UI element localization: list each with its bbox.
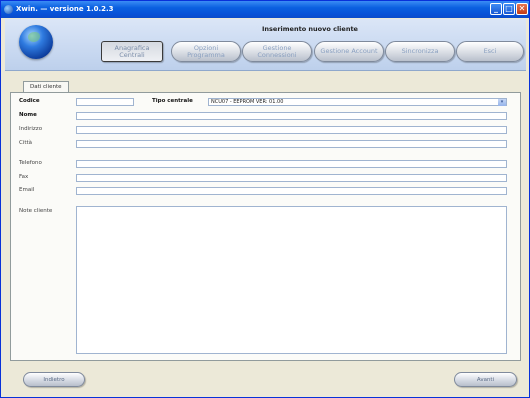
nav-gestione-account-button[interactable]: Gestione Account [314, 41, 384, 62]
nav-gestione-connessioni-button[interactable]: Gestione Connessioni [242, 41, 312, 62]
close-button[interactable]: ✕ [516, 3, 528, 15]
page-title: Inserimento nuovo cliente [262, 25, 358, 33]
app-window: Xwin. — versione 1.0.2.3 _ □ ✕ Inserimen… [0, 0, 530, 398]
tipo-centrale-value: NCU07 - EEPROM VER: 01.00 [211, 99, 284, 105]
telefono-input[interactable] [76, 160, 507, 168]
title-bar[interactable]: Xwin. — versione 1.0.2.3 _ □ ✕ [1, 1, 529, 18]
telefono-label: Telefono [19, 160, 42, 166]
nome-input[interactable] [76, 112, 507, 120]
email-label: Email [19, 187, 35, 193]
header-bar: Inserimento nuovo cliente Anagrafica Cent… [5, 19, 526, 71]
chevron-down-icon[interactable]: ▾ [498, 99, 506, 106]
nav-label-line2: Connessioni [257, 50, 297, 59]
app-icon [4, 5, 13, 14]
nav-anagrafica-centrali-button[interactable]: Anagrafica Centrali [101, 41, 163, 62]
nav-label: Esci [483, 47, 497, 55]
tipo-centrale-select[interactable]: NCU07 - EEPROM VER: 01.00 ▾ [208, 98, 507, 106]
nav-sincronizza-button[interactable]: Sincronizza [385, 41, 455, 62]
nav-label: Gestione Account [320, 47, 378, 55]
nome-label: Nome [19, 112, 37, 118]
codice-input[interactable] [76, 98, 134, 106]
email-input[interactable] [76, 187, 507, 195]
tipo-centrale-label: Tipo centrale [152, 98, 193, 104]
minimize-button[interactable]: _ [490, 3, 502, 15]
indirizzo-label: Indirizzo [19, 126, 43, 132]
codice-label: Codice [19, 98, 40, 104]
fax-label: Fax [19, 174, 29, 180]
nav-opzioni-programma-button[interactable]: Opzioni Programma [171, 41, 241, 62]
nav-label-line2: Centrali [119, 50, 145, 59]
avanti-button[interactable]: Avanti [454, 372, 517, 387]
citta-label: Città [19, 140, 33, 146]
globe-icon [19, 25, 53, 59]
indietro-button[interactable]: Indietro [23, 372, 85, 387]
note-cliente-label: Note cliente [19, 208, 53, 214]
maximize-button[interactable]: □ [503, 3, 515, 15]
indirizzo-input[interactable] [76, 126, 507, 134]
fax-input[interactable] [76, 174, 507, 182]
nav-label-line2: Programma [187, 50, 225, 59]
citta-input[interactable] [76, 140, 507, 148]
note-cliente-textarea[interactable] [76, 206, 507, 354]
window-title: Xwin. — versione 1.0.2.3 [16, 5, 114, 13]
nav-esci-button[interactable]: Esci [456, 41, 524, 62]
nav-label: Sincronizza [401, 47, 439, 55]
